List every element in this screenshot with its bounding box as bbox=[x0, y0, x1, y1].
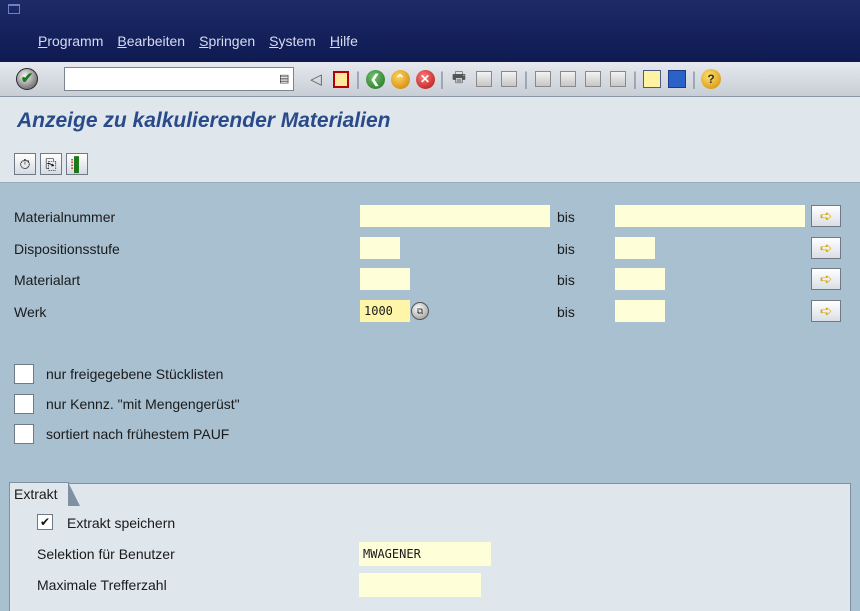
find-icon[interactable] bbox=[473, 67, 495, 91]
selection-options-icon[interactable]: ⁞ ▌ bbox=[66, 153, 88, 175]
plant-from-input[interactable]: 1000 bbox=[360, 300, 410, 322]
cancel-red-icon[interactable]: ✕ bbox=[414, 67, 436, 91]
option-label: nur freigegebene Stücklisten bbox=[46, 366, 224, 382]
exit-yellow-icon[interactable]: ⌃ bbox=[389, 67, 411, 91]
extrakt-user-label: Selektion für Benutzer bbox=[37, 546, 175, 562]
bis-label: bis bbox=[557, 272, 575, 288]
toolbar-separator: | bbox=[439, 68, 445, 89]
toolbar-separator: | bbox=[523, 68, 529, 89]
next-page-icon[interactable] bbox=[582, 67, 604, 91]
get-variant-icon[interactable]: ⎘ bbox=[40, 153, 62, 175]
menu-springen[interactable]: Springen bbox=[199, 33, 255, 49]
first-page-icon[interactable] bbox=[532, 67, 554, 91]
create-session-icon[interactable] bbox=[641, 67, 663, 91]
multiple-selection-arrow-icon[interactable]: ➪ bbox=[811, 268, 841, 290]
plant-to-input[interactable] bbox=[615, 300, 665, 322]
toolbar-separator: | bbox=[691, 68, 697, 89]
standard-toolbar: ✔ ▤ ◁ | ❮ ⌃ ✕ | 🖶 | | | ? bbox=[0, 62, 860, 97]
find-next-icon[interactable] bbox=[498, 67, 520, 91]
mrp-level-to-input[interactable] bbox=[615, 237, 655, 259]
menu-hilfe[interactable]: Hilfe bbox=[330, 33, 358, 49]
toolbar-icons: ◁ | ❮ ⌃ ✕ | 🖶 | | | ? bbox=[305, 67, 722, 91]
material-type-to-input[interactable] bbox=[615, 268, 665, 290]
select-option-row: Dispositionsstufe bis ➪ bbox=[9, 237, 851, 261]
multiple-selection-arrow-icon[interactable]: ➪ bbox=[811, 300, 841, 322]
command-field[interactable]: ▤ bbox=[64, 67, 294, 91]
menu-bar: Programm Bearbeiten Springen System Hilf… bbox=[0, 0, 860, 62]
multiple-selection-arrow-icon[interactable]: ➪ bbox=[811, 205, 841, 227]
quantity-structure-checkbox[interactable] bbox=[14, 394, 34, 414]
material-type-from-input[interactable] bbox=[360, 268, 410, 290]
bis-label: bis bbox=[557, 209, 575, 225]
field-label: Materialnummer bbox=[14, 209, 116, 225]
shortcut-icon[interactable] bbox=[666, 67, 688, 91]
save-icon[interactable] bbox=[330, 67, 352, 91]
print-icon[interactable]: 🖶 bbox=[448, 67, 470, 91]
page-title: Anzeige zu kalkulierender Materialien bbox=[17, 109, 391, 132]
mrp-level-from-input[interactable] bbox=[360, 237, 400, 259]
execute-icon[interactable]: ⏱ bbox=[14, 153, 36, 175]
option-label: nur Kennz. "mit Mengengerüst" bbox=[46, 396, 240, 412]
released-bom-checkbox[interactable] bbox=[14, 364, 34, 384]
menu-system[interactable]: System bbox=[269, 33, 316, 49]
system-menu-icon[interactable] bbox=[8, 4, 20, 14]
select-option-row: Materialart bis ➪ bbox=[9, 268, 851, 292]
extrakt-tab-label: Extrakt bbox=[14, 486, 58, 502]
select-option-row: Materialnummer bis ➪ bbox=[9, 205, 851, 229]
bis-label: bis bbox=[557, 304, 575, 320]
select-option-row: Werk 1000 ⧉ bis ➪ bbox=[9, 300, 851, 324]
last-page-icon[interactable] bbox=[607, 67, 629, 91]
help-icon[interactable]: ? bbox=[700, 67, 722, 91]
previous-page-icon[interactable] bbox=[557, 67, 579, 91]
multiple-selection-arrow-icon[interactable]: ➪ bbox=[811, 237, 841, 259]
back-green-icon[interactable]: ❮ bbox=[364, 67, 386, 91]
material-number-to-input[interactable] bbox=[615, 205, 805, 227]
application-toolbar: ⏱ ⎘ ⁞ ▌ bbox=[0, 145, 860, 183]
sort-pauf-checkbox[interactable] bbox=[14, 424, 34, 444]
field-label: Dispositionsstufe bbox=[14, 241, 120, 257]
option-label: sortiert nach frühestem PAUF bbox=[46, 426, 230, 442]
material-number-from-input[interactable] bbox=[360, 205, 550, 227]
search-help-icon[interactable]: ⧉ bbox=[411, 302, 429, 320]
extrakt-save-label: Extrakt speichern bbox=[67, 515, 176, 531]
menu-list: Programm Bearbeiten Springen System Hilf… bbox=[38, 33, 358, 49]
command-history-icon[interactable]: ▤ bbox=[279, 72, 289, 86]
extrakt-frame-title: Extrakt bbox=[9, 482, 80, 506]
menu-bearbeiten[interactable]: Bearbeiten bbox=[117, 33, 185, 49]
field-label: Werk bbox=[14, 304, 47, 320]
extrakt-max-label: Maximale Trefferzahl bbox=[37, 577, 167, 593]
menu-programm[interactable]: Programm bbox=[38, 33, 103, 49]
title-area: Anzeige zu kalkulierender Materialien bbox=[0, 97, 860, 145]
extrakt-user-input[interactable]: MWAGENER bbox=[359, 542, 491, 566]
bis-label: bis bbox=[557, 241, 575, 257]
extrakt-save-checkbox[interactable]: ✔ bbox=[37, 514, 53, 530]
toolbar-separator: | bbox=[355, 68, 361, 89]
toolbar-separator: | bbox=[632, 68, 638, 89]
enter-check-icon[interactable]: ✔ bbox=[16, 68, 38, 90]
back-icon[interactable]: ◁ bbox=[305, 67, 327, 91]
extrakt-max-input[interactable] bbox=[359, 573, 481, 597]
field-label: Materialart bbox=[14, 272, 81, 288]
